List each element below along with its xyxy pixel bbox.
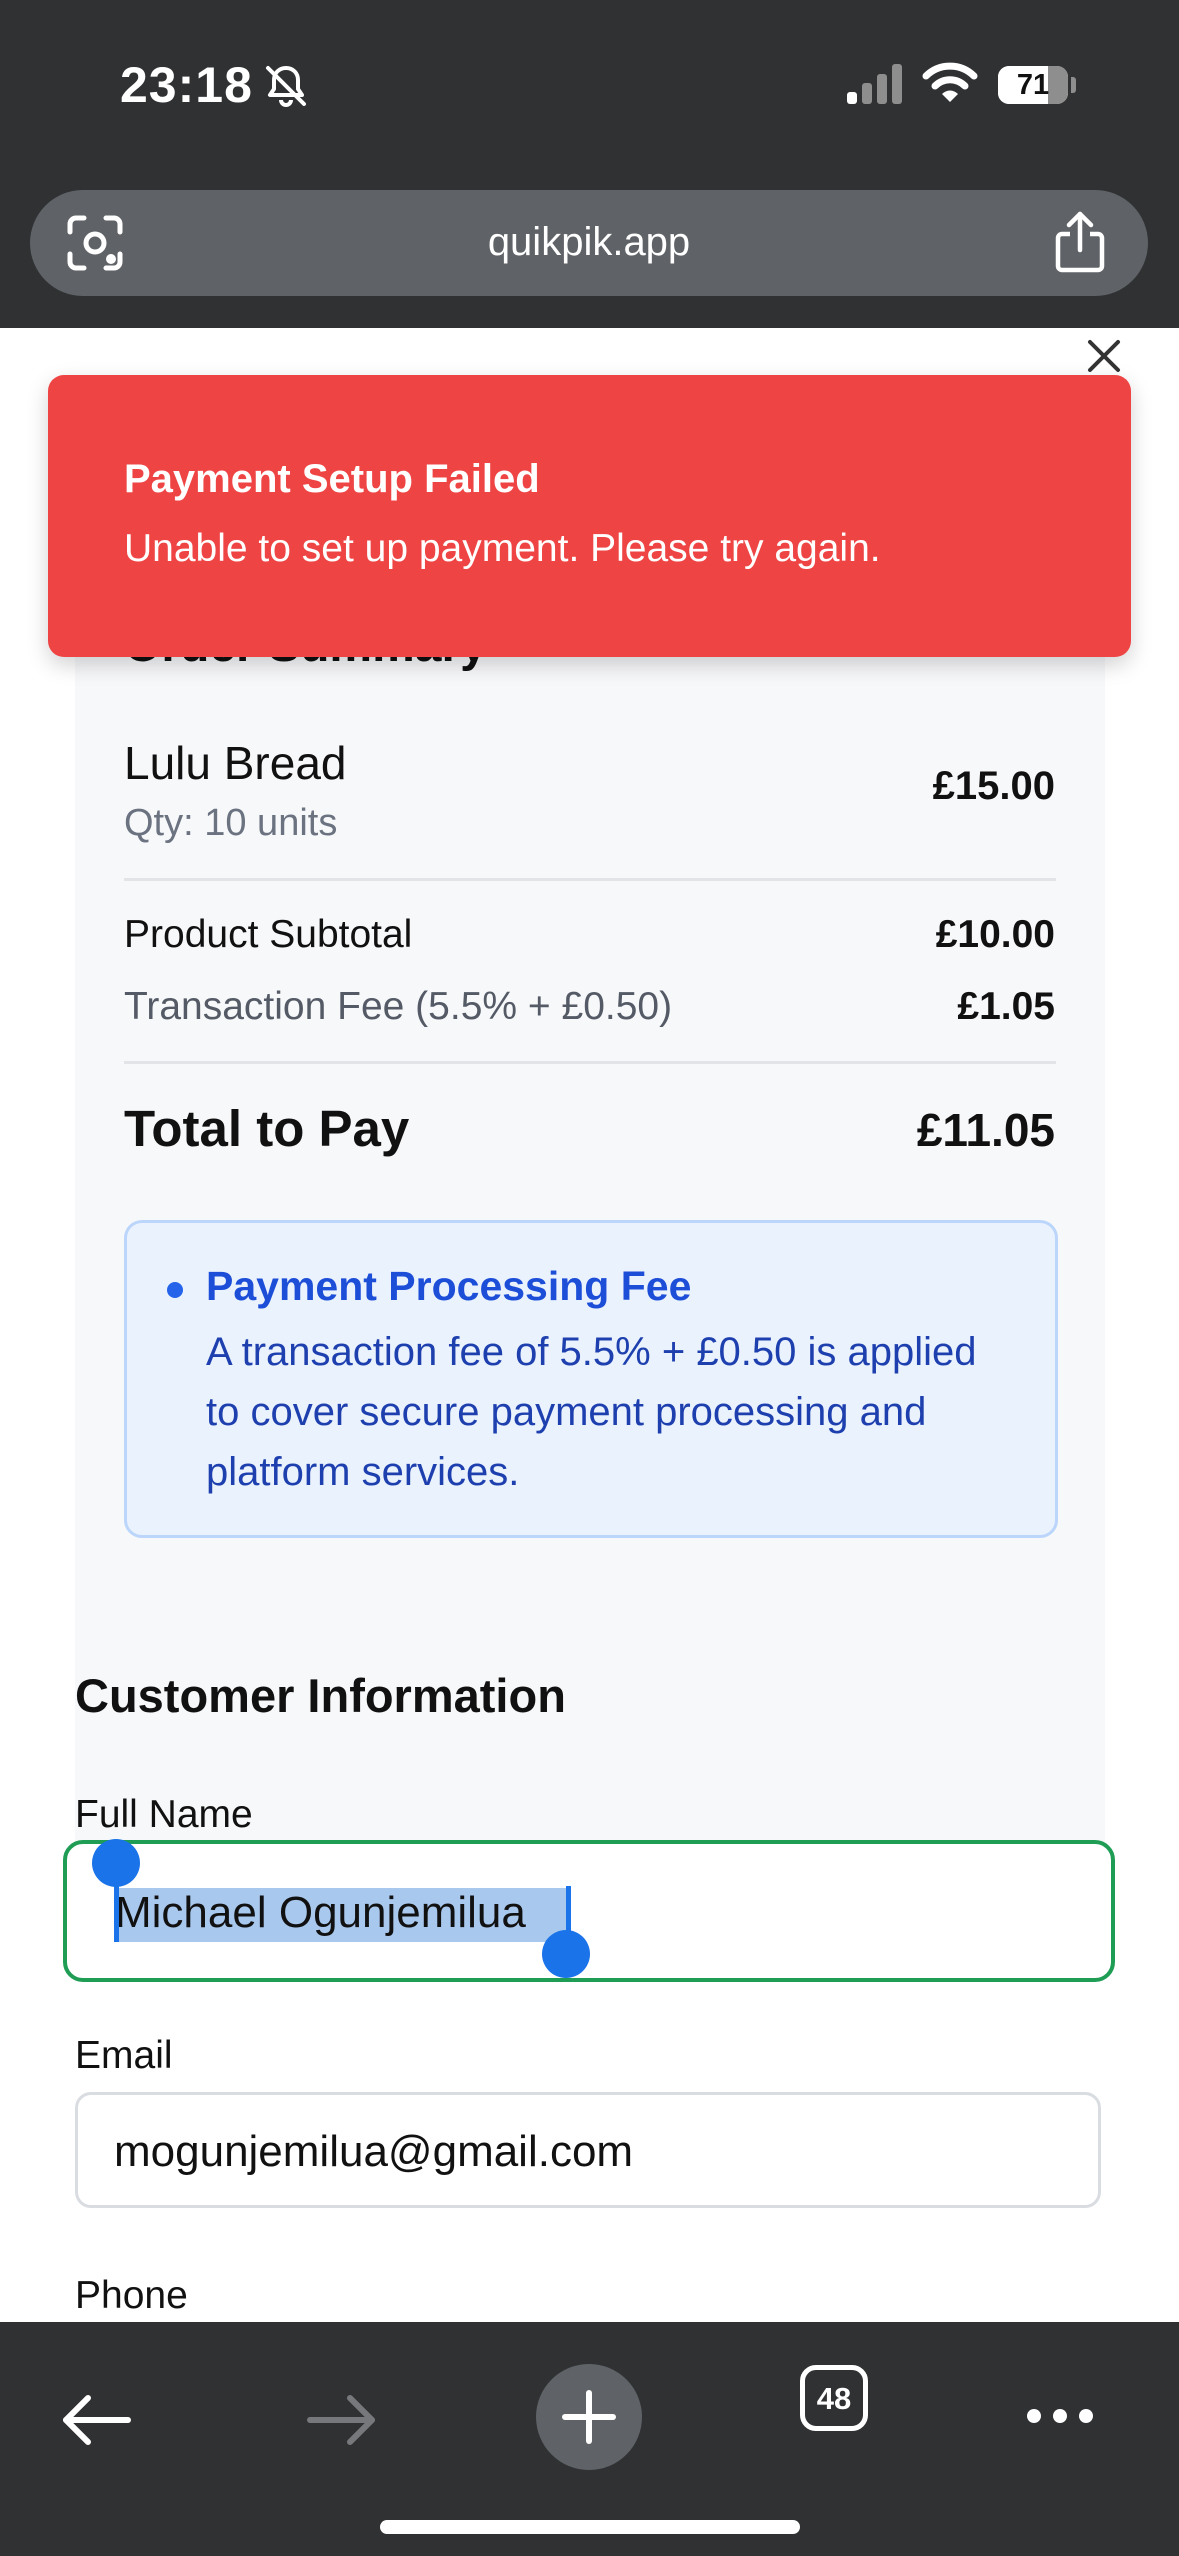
tabs-count-button[interactable]: 48	[800, 2365, 868, 2431]
browser-toolbar: 48	[0, 2322, 1179, 2556]
total-label: Total to Pay	[124, 1100, 410, 1157]
toast-title: Payment Setup Failed	[124, 457, 540, 501]
selection-start-bar	[114, 1886, 119, 1942]
selection-end-handle[interactable]	[542, 1930, 590, 1978]
battery-percent: 71	[1016, 69, 1050, 101]
email-input[interactable]: mogunjemilua@gmail.com	[75, 2092, 1101, 2208]
share-icon[interactable]	[1052, 210, 1108, 274]
bell-off-icon	[266, 66, 306, 107]
battery-nub	[1071, 77, 1076, 93]
url-text[interactable]: quikpik.app	[30, 220, 1148, 265]
forward-arrow-icon[interactable]	[304, 2392, 380, 2448]
item-qty: Qty: 10 units	[124, 802, 338, 844]
phone-label: Phone	[75, 2274, 188, 2317]
item-price: £15.00	[932, 764, 1055, 808]
signal-icon	[847, 64, 902, 104]
item-name: Lulu Bread	[124, 737, 347, 789]
address-bar[interactable]: quikpik.app	[30, 190, 1148, 296]
home-indicator	[380, 2520, 800, 2534]
more-icon[interactable]	[1024, 2406, 1096, 2426]
email-value[interactable]: mogunjemilua@gmail.com	[114, 2127, 633, 2177]
fee-value: £1.05	[957, 985, 1055, 1028]
subtotal-label: Product Subtotal	[124, 913, 413, 956]
email-label: Email	[75, 2034, 173, 2077]
error-toast[interactable]: Payment Setup Failed Unable to set up pa…	[48, 375, 1131, 657]
battery-icon: 71	[998, 66, 1068, 104]
customer-info-heading: Customer Information	[75, 1669, 566, 1722]
subtotal-value: £10.00	[935, 913, 1055, 956]
back-arrow-icon[interactable]	[58, 2392, 134, 2448]
new-tab-button[interactable]	[536, 2364, 642, 2470]
info-icon	[167, 1282, 183, 1298]
full-name-label: Full Name	[75, 1793, 253, 1836]
total-value: £11.05	[916, 1104, 1055, 1156]
browser-chrome: 23:18 71 quikpik.app	[0, 0, 1179, 328]
plus-icon	[562, 2390, 616, 2444]
fee-label: Transaction Fee (5.5% + £0.50)	[124, 985, 673, 1028]
divider	[124, 1061, 1056, 1064]
fee-info-box: Payment Processing Fee A transaction fee…	[124, 1220, 1058, 1538]
close-icon[interactable]	[1082, 334, 1126, 378]
divider	[124, 878, 1056, 881]
full-name-value[interactable]: Michael Ogunjemilua	[115, 1888, 526, 1938]
toast-message: Unable to set up payment. Please try aga…	[124, 527, 881, 570]
wifi-icon	[922, 62, 978, 102]
status-time: 23:18	[120, 57, 253, 113]
fee-info-title: Payment Processing Fee	[206, 1263, 692, 1309]
fee-info-body: A transaction fee of 5.5% + £0.50 is app…	[206, 1330, 977, 1494]
selection-start-handle[interactable]	[92, 1839, 140, 1887]
